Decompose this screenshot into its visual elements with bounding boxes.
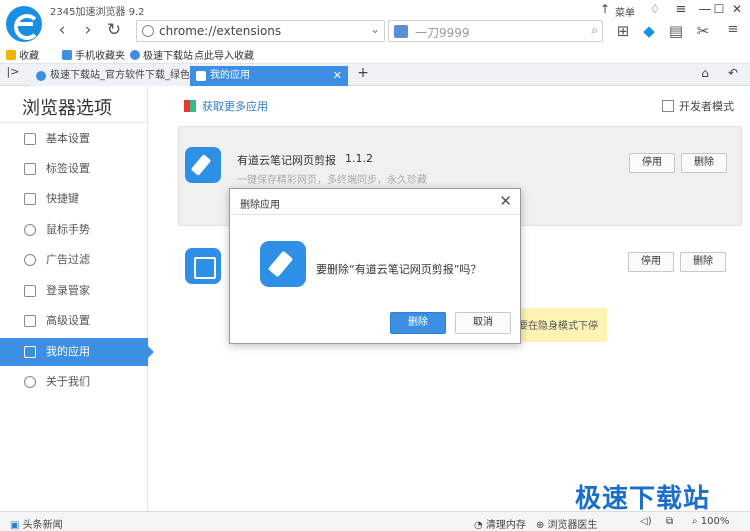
delete-app-dialog: 删除应用 ✕ 要删除“有道云笔记网页剪报”吗？ 删除 取消 (229, 188, 521, 344)
gear-icon (24, 133, 36, 145)
close-button[interactable]: ✕ (728, 2, 746, 16)
extension-name: 有道云笔记网页剪报 (237, 154, 336, 167)
back-button[interactable]: ‹ (52, 20, 72, 40)
title-bar: 2345加速浏览器 9.2 ‹ › ↻ ⌂ chrome://extension… (0, 0, 750, 44)
broom-icon: ◔ (474, 520, 486, 531)
extension-icon[interactable]: ◆ (640, 22, 658, 40)
reader-app-icon (185, 248, 221, 284)
more-icon[interactable]: ≡ (724, 22, 742, 37)
phone-icon (62, 50, 72, 60)
tab-jisu[interactable]: 极速下载站_官方软件下载_绿色 (30, 66, 190, 86)
apps-icon (196, 71, 206, 81)
search-bar[interactable]: 一刀9999 ⌕ (388, 20, 603, 42)
site-icon (36, 71, 46, 81)
close-icon[interactable]: ✕ (333, 66, 342, 85)
search-input[interactable]: 一刀9999 (415, 24, 470, 41)
confirm-delete-button[interactable]: 删除 (390, 312, 446, 334)
sidebar-title: 浏览器选项 (22, 98, 112, 119)
apps-icon[interactable]: ⊞ (614, 22, 632, 40)
chevron-down-icon[interactable]: ⌄ (370, 22, 380, 36)
home-icon[interactable]: ⌂ (696, 66, 714, 80)
sidebar-item-login[interactable]: 登录管家 (0, 277, 148, 305)
bookmarks-bar: 收藏 手机收藏夹 极速下载站 点此导入收藏 (0, 44, 750, 64)
sidebar-item-tabs[interactable]: 标签设置 (0, 155, 148, 183)
browser-doctor-button[interactable]: ⊕ 浏览器医生 (536, 516, 598, 531)
reader-icon[interactable]: ▤ (667, 22, 685, 40)
address-input[interactable]: chrome://extensions (159, 24, 281, 38)
youdao-note-icon (185, 147, 221, 183)
dialog-header: 删除应用 ✕ (230, 189, 520, 215)
tabs-icon (24, 163, 36, 175)
news-button[interactable]: ▣ 头条新闻 (10, 516, 63, 531)
mouse-icon (24, 224, 36, 236)
cancel-button[interactable]: 取消 (455, 312, 511, 334)
menu-button[interactable]: 菜单 (615, 4, 635, 19)
search-engine-icon[interactable] (394, 25, 408, 38)
options-sidebar: 浏览器选项 基本设置 标签设置 快捷键 鼠标手势 广告过滤 登录管家 高级设置 … (0, 86, 154, 511)
sidebar-item-adblock[interactable]: 广告过滤 (0, 246, 148, 274)
block-icon (24, 254, 36, 266)
dialog-title: 删除应用 (240, 200, 280, 211)
get-more-apps-link[interactable]: 获取更多应用 (184, 98, 268, 114)
bookmark-site[interactable]: 极速下载站 (130, 47, 193, 62)
bookmark-mobile[interactable]: 手机收藏夹 (62, 47, 125, 62)
disable-button-2[interactable]: 停用 (628, 252, 674, 272)
divider (0, 122, 148, 123)
sidebar-item-basic[interactable]: 基本设置 (0, 125, 148, 153)
forward-button[interactable]: › (78, 20, 98, 40)
apps-grid-icon (184, 100, 196, 112)
lock-icon (24, 285, 36, 297)
status-bar: ▣ 头条新闻 ◔ 清理内存 ⊕ 浏览器医生 ◁) ⧉ ⌕ 100% (0, 511, 750, 531)
bell-icon[interactable]: ♢ (646, 2, 664, 16)
zoom-control[interactable]: ⌕ 100% (692, 516, 729, 527)
settings-menu-icon[interactable]: ≡ (672, 2, 690, 17)
sidebar-item-shortcuts[interactable]: 快捷键 (0, 185, 148, 213)
undo-icon[interactable]: ↶ (724, 66, 742, 80)
sidebar-item-gestures[interactable]: 鼠标手势 (0, 216, 148, 244)
bookmark-import[interactable]: 点此导入收藏 (194, 47, 254, 62)
window-title: 2345加速浏览器 9.2 (50, 7, 145, 18)
sidebar-toggle-icon[interactable]: |> (4, 65, 22, 78)
tab-bar: |> 极速下载站_官方软件下载_绿色 我的应用 ✕ + ⌂ ↶ (0, 64, 750, 86)
dialog-message: 要删除“有道云笔记网页剪报”吗？ (316, 263, 482, 276)
address-bar[interactable]: chrome://extensions ⌄ (136, 20, 385, 42)
extension-version: 1.1.2 (345, 152, 373, 165)
keyboard-icon (24, 193, 36, 205)
cut-icon[interactable]: ✂ (694, 22, 712, 40)
sidebar-item-about[interactable]: 关于我们 (0, 368, 148, 396)
site-icon (130, 50, 140, 60)
developer-mode-toggle[interactable]: 开发者模式 (662, 98, 734, 114)
watermark-logo: 极速下载站 (575, 484, 711, 514)
delete-button[interactable]: 删除 (681, 153, 727, 173)
search-icon[interactable]: ⌕ (591, 23, 598, 38)
delete-button-2[interactable]: 删除 (680, 252, 726, 272)
developer-mode-checkbox[interactable] (662, 100, 674, 112)
bookmark-favorites[interactable]: 收藏 (6, 47, 39, 62)
sidebar-item-advanced[interactable]: 高级设置 (0, 307, 148, 335)
tab-my-apps[interactable]: 我的应用 ✕ (190, 66, 348, 86)
browser-logo-icon (6, 6, 42, 42)
secure-icon (142, 25, 154, 37)
clean-memory-button[interactable]: ◔ 清理内存 (474, 516, 526, 531)
apps-icon (24, 346, 36, 358)
sidebar-item-my-apps[interactable]: 我的应用 (0, 338, 154, 366)
arrow-up-icon[interactable]: ↑ (596, 2, 614, 16)
youdao-note-icon (260, 241, 306, 287)
screenshot-icon[interactable]: ⧉ (666, 516, 673, 527)
volume-icon[interactable]: ◁) (640, 516, 652, 527)
news-icon: ▣ (10, 520, 23, 531)
disable-button[interactable]: 停用 (629, 153, 675, 173)
close-icon[interactable]: ✕ (499, 192, 512, 210)
extension-description: 一键保存精彩网页，多终端同步，永久珍藏 (237, 175, 427, 186)
incognito-note: 要在隐身模式下停 (512, 308, 607, 342)
new-tab-button[interactable]: + (354, 65, 372, 81)
info-icon (24, 376, 36, 388)
doctor-icon: ⊕ (536, 520, 548, 531)
wrench-icon (24, 315, 36, 327)
zoom-icon: ⌕ (692, 516, 701, 527)
maximize-button[interactable]: ☐ (710, 2, 728, 16)
refresh-button[interactable]: ↻ (104, 20, 124, 40)
star-icon (6, 50, 16, 60)
